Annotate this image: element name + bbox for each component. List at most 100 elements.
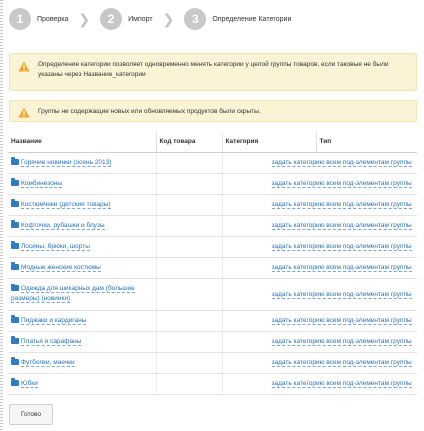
category-cell: задать категорию всем под-элементам груп… xyxy=(222,278,417,311)
hidden-groups-alert: Группы не содержащие новых или обновляем… xyxy=(9,100,417,122)
warning-icon xyxy=(18,61,30,72)
category-cell: задать категорию всем под-элементам груп… xyxy=(222,373,417,395)
product-code-cell xyxy=(156,331,223,353)
table-body: Горячие новинки (осень 2013) задать катег… xyxy=(8,152,417,395)
product-code-cell xyxy=(156,352,223,374)
step-number: 3 xyxy=(184,8,207,30)
chevron-right-icon: ❯ xyxy=(78,11,91,27)
table-row: Футболки, маечки задать категорию всем по… xyxy=(8,352,417,374)
product-code-cell xyxy=(156,373,223,395)
group-name-cell: Костюмчики (детские товары) xyxy=(8,194,157,216)
folder-icon xyxy=(11,220,19,228)
group-name-cell: Пиджаки и кардиганы xyxy=(8,310,157,332)
group-name-cell: Лосины, брюки, шорты xyxy=(8,236,157,258)
group-name-link[interactable]: Горячие новинки (осень 2013) xyxy=(21,158,112,167)
set-category-link[interactable]: задать категорию всем под-элементам груп… xyxy=(271,264,412,272)
wizard-step-3: 3 Определение Категории xyxy=(184,8,291,30)
table-row: Одежда для шикарных дам (большие размеры… xyxy=(8,278,417,311)
category-cell: задать категорию всем под-элементам груп… xyxy=(222,331,417,353)
chevron-right-icon: ❯ xyxy=(162,11,175,27)
group-name-cell: Юбки xyxy=(8,373,157,395)
set-category-link[interactable]: задать категорию всем под-элементам груп… xyxy=(271,290,412,299)
product-code-cell xyxy=(156,236,223,258)
table-row: Модные женские костюмы задать категорию в… xyxy=(8,257,417,279)
group-name-cell: Платья и сарафаны xyxy=(8,331,157,353)
alert-text: Определение категории позволяет одноврем… xyxy=(38,61,389,78)
group-name-cell: Горячие новинки (осень 2013) xyxy=(8,152,157,174)
group-name-cell: Кофточки, рубашки и блузы xyxy=(8,215,157,237)
table-row: Горячие новинки (осень 2013) задать катег… xyxy=(8,152,417,174)
set-category-link[interactable]: задать категорию всем под-элементам груп… xyxy=(271,317,412,325)
folder-icon xyxy=(11,241,19,249)
step-label: Проверка xyxy=(37,15,69,23)
table-row: Лосины, брюки, шорты задать категорию все… xyxy=(8,236,417,258)
group-name-cell: Комбинезоны xyxy=(8,173,157,195)
set-category-link[interactable]: задать категорию всем под-элементам груп… xyxy=(271,180,412,188)
table-row: Костюмчики (детские товары) задать катего… xyxy=(8,194,417,216)
category-cell: задать категорию всем под-элементам груп… xyxy=(222,215,417,237)
group-name-link[interactable]: Кофточки, рубашки и блузы xyxy=(21,221,105,230)
groups-table: Название Код товара Категория Тип Горячи… xyxy=(8,132,417,395)
group-name-link[interactable]: Платья и сарафаны xyxy=(21,337,82,346)
product-code-cell xyxy=(156,215,223,237)
folder-icon xyxy=(11,157,19,165)
step-number: 1 xyxy=(9,8,31,30)
alert-text: Группы не содержащие новых или обновляем… xyxy=(38,108,261,116)
step-number: 2 xyxy=(100,8,123,30)
set-category-link[interactable]: задать категорию всем под-элементам груп… xyxy=(271,243,412,251)
set-category-link[interactable]: задать категорию всем под-элементам груп… xyxy=(271,222,412,230)
category-cell: задать категорию всем под-элементам груп… xyxy=(222,152,417,174)
table-row: Пиджаки и кардиганы задать категорию всем… xyxy=(8,310,417,332)
group-name-link[interactable]: Пиджаки и кардиганы xyxy=(21,316,87,325)
step-label: Определение Категории xyxy=(212,15,292,23)
table-row: Платья и сарафаны задать категорию всем п… xyxy=(8,331,417,353)
product-code-cell xyxy=(156,310,223,332)
set-category-link[interactable]: задать категорию всем под-элементам груп… xyxy=(271,201,412,209)
group-name-cell: Футболки, маечки xyxy=(8,352,157,374)
done-button[interactable]: Готово xyxy=(9,404,53,425)
page-left-border xyxy=(0,0,3,431)
folder-icon xyxy=(11,357,19,365)
step-label: Импорт xyxy=(128,15,153,23)
wizard-step-1: 1 Проверка xyxy=(9,8,68,30)
group-name-cell: Модные женские костюмы xyxy=(8,257,157,279)
folder-icon xyxy=(11,199,19,207)
folder-icon xyxy=(11,178,19,186)
group-name-link[interactable]: Одежда для шикарных дам (большие размеры… xyxy=(11,285,135,303)
info-alert: Определение категории позволяет одноврем… xyxy=(9,53,417,91)
wizard-steps: 1 Проверка ❯ 2 Импорт ❯ 3 Определение Ка… xyxy=(9,6,291,32)
product-code-cell xyxy=(156,278,223,311)
group-name-link[interactable]: Футболки, маечки xyxy=(21,358,75,367)
table-header-row: Название Код товара Категория Тип xyxy=(8,132,417,153)
column-header-type[interactable]: Тип xyxy=(316,132,417,153)
set-category-link[interactable]: задать категорию всем под-элементам груп… xyxy=(271,159,412,167)
group-name-link[interactable]: Лосины, брюки, шорты xyxy=(21,242,90,251)
set-category-link[interactable]: задать категорию всем под-элементам груп… xyxy=(271,338,412,346)
folder-icon xyxy=(11,378,19,386)
category-cell: задать категорию всем под-элементам груп… xyxy=(222,236,417,258)
folder-icon xyxy=(11,262,19,270)
group-name-link[interactable]: Модные женские костюмы xyxy=(21,263,101,272)
column-header-name[interactable]: Название xyxy=(8,132,157,153)
folder-icon xyxy=(11,315,19,323)
set-category-link[interactable]: задать категорию всем под-элементам груп… xyxy=(271,380,412,388)
warning-icon xyxy=(18,107,30,118)
group-name-link[interactable]: Юбки xyxy=(21,379,38,388)
table-row: Комбинезоны задать категорию всем под-эле… xyxy=(8,173,417,195)
set-category-link[interactable]: задать категорию всем под-элементам груп… xyxy=(271,359,412,367)
folder-icon xyxy=(11,283,19,291)
category-cell: задать категорию всем под-элементам груп… xyxy=(222,310,417,332)
category-cell: задать категорию всем под-элементам груп… xyxy=(222,257,417,279)
group-name-link[interactable]: Костюмчики (детские товары) xyxy=(21,200,111,209)
product-code-cell xyxy=(156,173,223,195)
category-cell: задать категорию всем под-элементам груп… xyxy=(222,194,417,216)
wizard-step-2: 2 Импорт xyxy=(100,8,153,30)
table-row: Кофточки, рубашки и блузы задать категори… xyxy=(8,215,417,237)
column-header-category[interactable]: Категория xyxy=(222,132,317,153)
category-cell: задать категорию всем под-элементам груп… xyxy=(222,352,417,374)
group-name-link[interactable]: Комбинезоны xyxy=(21,179,62,188)
category-cell: задать категорию всем под-элементам груп… xyxy=(222,173,417,195)
column-header-code[interactable]: Код товара xyxy=(156,132,223,153)
product-code-cell xyxy=(156,152,223,174)
product-code-cell xyxy=(156,194,223,216)
